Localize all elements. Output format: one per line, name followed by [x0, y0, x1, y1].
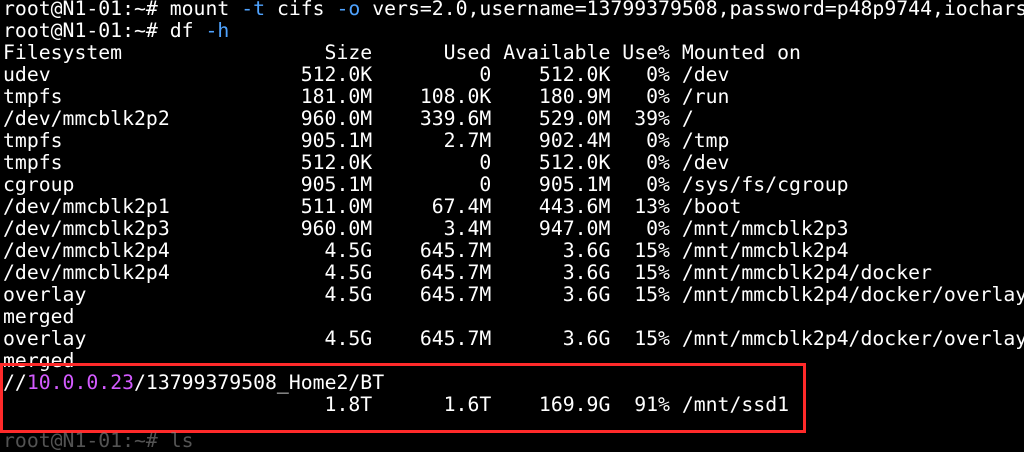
command-mount-fstype: cifs	[265, 0, 337, 20]
df-row: /dev/mmcblk2p1 511.0M 67.4M 443.6M 13% /…	[3, 196, 742, 218]
command-line-mount: root@N1-01:~# mount -t cifs -o vers=2.0,…	[3, 0, 1024, 20]
df-row: tmpfs 512.0K 0 512.0K 0% /dev	[3, 152, 730, 174]
df-row: cgroup 905.1M 0 905.1M 0% /sys/fs/cgroup	[3, 174, 849, 196]
df-row: overlay 4.5G 645.7M 3.6G 15% /mnt/mmcblk…	[3, 328, 1024, 350]
df-row: /dev/mmcblk2p2 960.0M 339.6M 529.0M 39% …	[3, 108, 694, 130]
df-row-share-source: //10.0.0.23/13799379508_Home2/BT	[3, 372, 1024, 394]
share-prefix: //	[3, 372, 27, 394]
df-row: tmpfs 181.0M 108.0K 180.9M 0% /run	[3, 86, 730, 108]
share-path: /13799379508_Home2/BT	[134, 372, 385, 394]
terminal-window[interactable]: root@N1-01:~# mount -t cifs -o vers=2.0,…	[3, 0, 1024, 438]
df-row: /dev/mmcblk2p4 4.5G 645.7M 3.6G 15% /mnt…	[3, 240, 849, 262]
flag-o: -o	[336, 0, 361, 20]
partial-bottom-line: root@N1-01:~# ls	[3, 429, 194, 452]
df-row-share-stats: 1.8T 1.6T 169.9G 91% /mnt/ssd1	[3, 394, 790, 416]
prompt: root@N1-01:~#	[3, 20, 170, 42]
share-ip: 10.0.0.23	[26, 372, 135, 394]
df-row-wrap: merged	[3, 350, 75, 372]
prompt: root@N1-01:~#	[3, 0, 170, 20]
command-line-df: root@N1-01:~# df -h	[3, 20, 1024, 42]
command-mount: mount	[169, 0, 242, 20]
flag-t: -t	[241, 0, 266, 20]
df-header: Filesystem Size Used Available Use% Moun…	[3, 42, 801, 64]
command-df: df	[169, 20, 206, 42]
df-row: tmpfs 905.1M 2.7M 902.4M 0% /tmp	[3, 130, 730, 152]
df-row: /dev/mmcblk2p3 960.0M 3.4M 947.0M 0% /mn…	[3, 218, 849, 240]
df-row: /dev/mmcblk2p4 4.5G 645.7M 3.6G 15% /mnt…	[3, 262, 932, 284]
df-row: udev 512.0K 0 512.0K 0% /dev	[3, 64, 730, 86]
df-row-wrap: merged	[3, 306, 75, 328]
df-row: overlay 4.5G 645.7M 3.6G 15% /mnt/mmcblk…	[3, 284, 1024, 306]
command-mount-options: vers=2.0,username=13799379508,password=p…	[360, 0, 1024, 20]
flag-h: -h	[205, 20, 230, 42]
